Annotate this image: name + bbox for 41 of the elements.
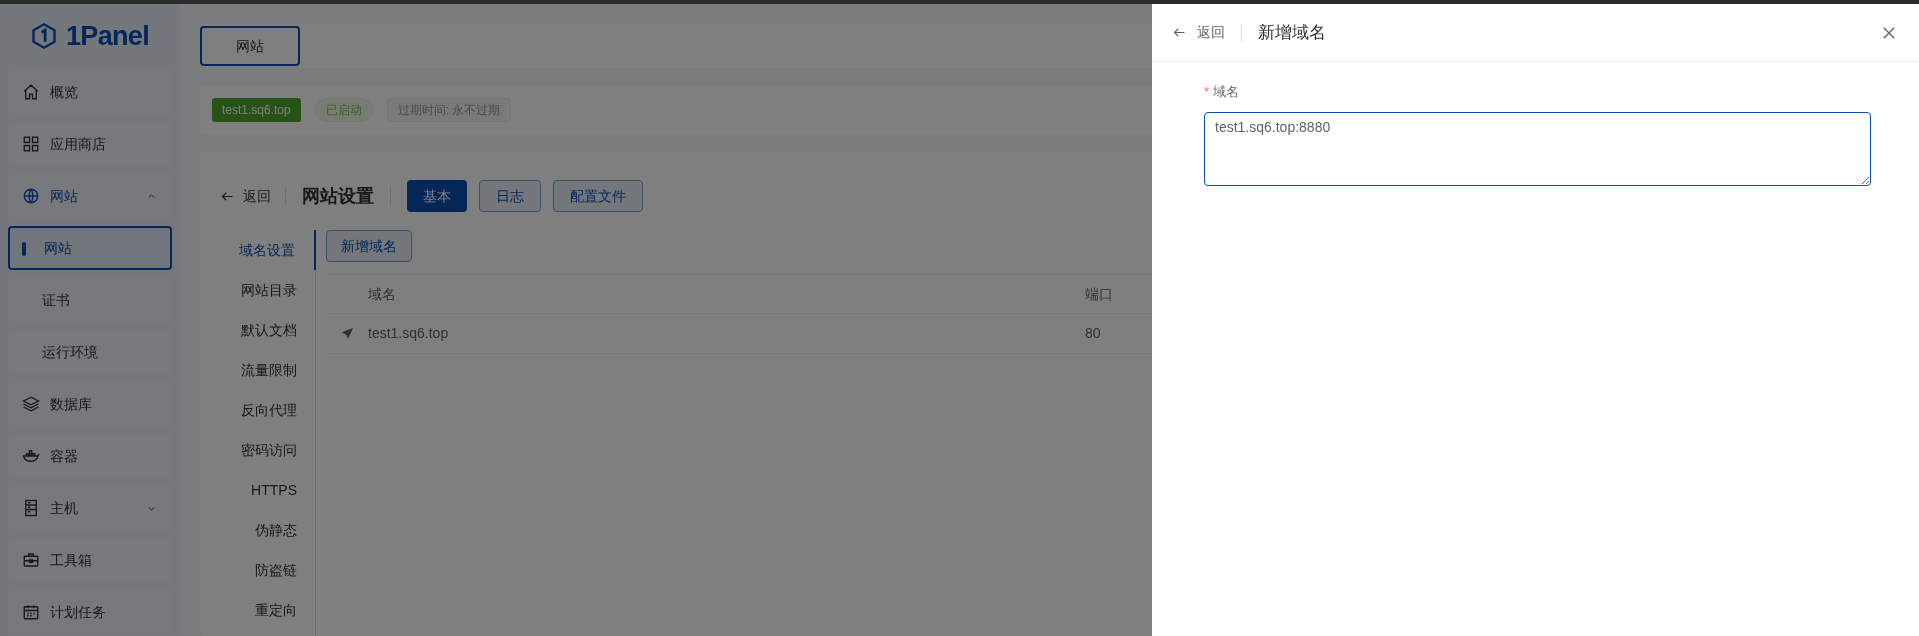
layers-icon	[22, 395, 40, 413]
home-icon	[22, 83, 40, 101]
back-button[interactable]: 返回	[1172, 22, 1241, 43]
add-domain-button[interactable]: 新增域名	[326, 230, 412, 262]
logo-text: 1Panel	[66, 19, 149, 53]
settings-menu-item[interactable]: 反向代理	[200, 390, 316, 430]
settings-title: 网站设置	[301, 184, 375, 208]
server-icon	[22, 499, 40, 517]
settings-menu-item[interactable]: 重定向	[200, 590, 316, 630]
active-indicator	[22, 242, 26, 256]
toolbox-icon	[22, 551, 40, 569]
settings-menu-item[interactable]: 伪静态	[200, 510, 316, 550]
globe-icon	[22, 187, 40, 205]
domain-tag: test1.sq6.top	[212, 98, 301, 122]
field-label: 域名	[1213, 83, 1240, 101]
whale-icon	[22, 447, 40, 465]
back-button[interactable]: 返回	[220, 185, 285, 207]
grid-icon	[22, 135, 40, 153]
column-header: 端口	[1085, 284, 1114, 304]
settings-menu-item[interactable]: 网站目录	[200, 270, 316, 310]
required-mark: *	[1204, 83, 1210, 101]
settings-tab[interactable]: 基本	[407, 180, 467, 212]
settings-menu-item[interactable]: 防盗链	[200, 550, 316, 590]
drawer-title: 新增域名	[1257, 21, 1327, 44]
status-tag: 已启动	[314, 98, 373, 122]
sidebar-subitem[interactable]: 网站	[8, 226, 172, 270]
domain-input-field[interactable]: test1.sq6.top:8880	[1204, 111, 1871, 186]
column-header: 域名	[368, 284, 397, 304]
calendar-icon	[22, 603, 40, 621]
table-cell-text: test1.sq6.top	[368, 324, 450, 343]
paper-plane-icon	[340, 327, 354, 340]
settings-menu-item[interactable]: 域名设置	[200, 230, 316, 270]
settings-menu-item[interactable]: 默认文档	[200, 310, 316, 350]
table-cell-text: 80	[1085, 324, 1102, 343]
settings-menu-item[interactable]: 流量限制	[200, 350, 316, 390]
page-tab[interactable]: 网站	[200, 26, 300, 66]
settings-tab[interactable]: 日志	[479, 180, 541, 212]
settings-menu-item[interactable]: HTTPS	[200, 470, 316, 510]
settings-tab[interactable]: 配置文件	[553, 180, 643, 212]
logo-icon	[30, 22, 58, 50]
settings-menu-item[interactable]: 密码访问	[200, 430, 316, 470]
